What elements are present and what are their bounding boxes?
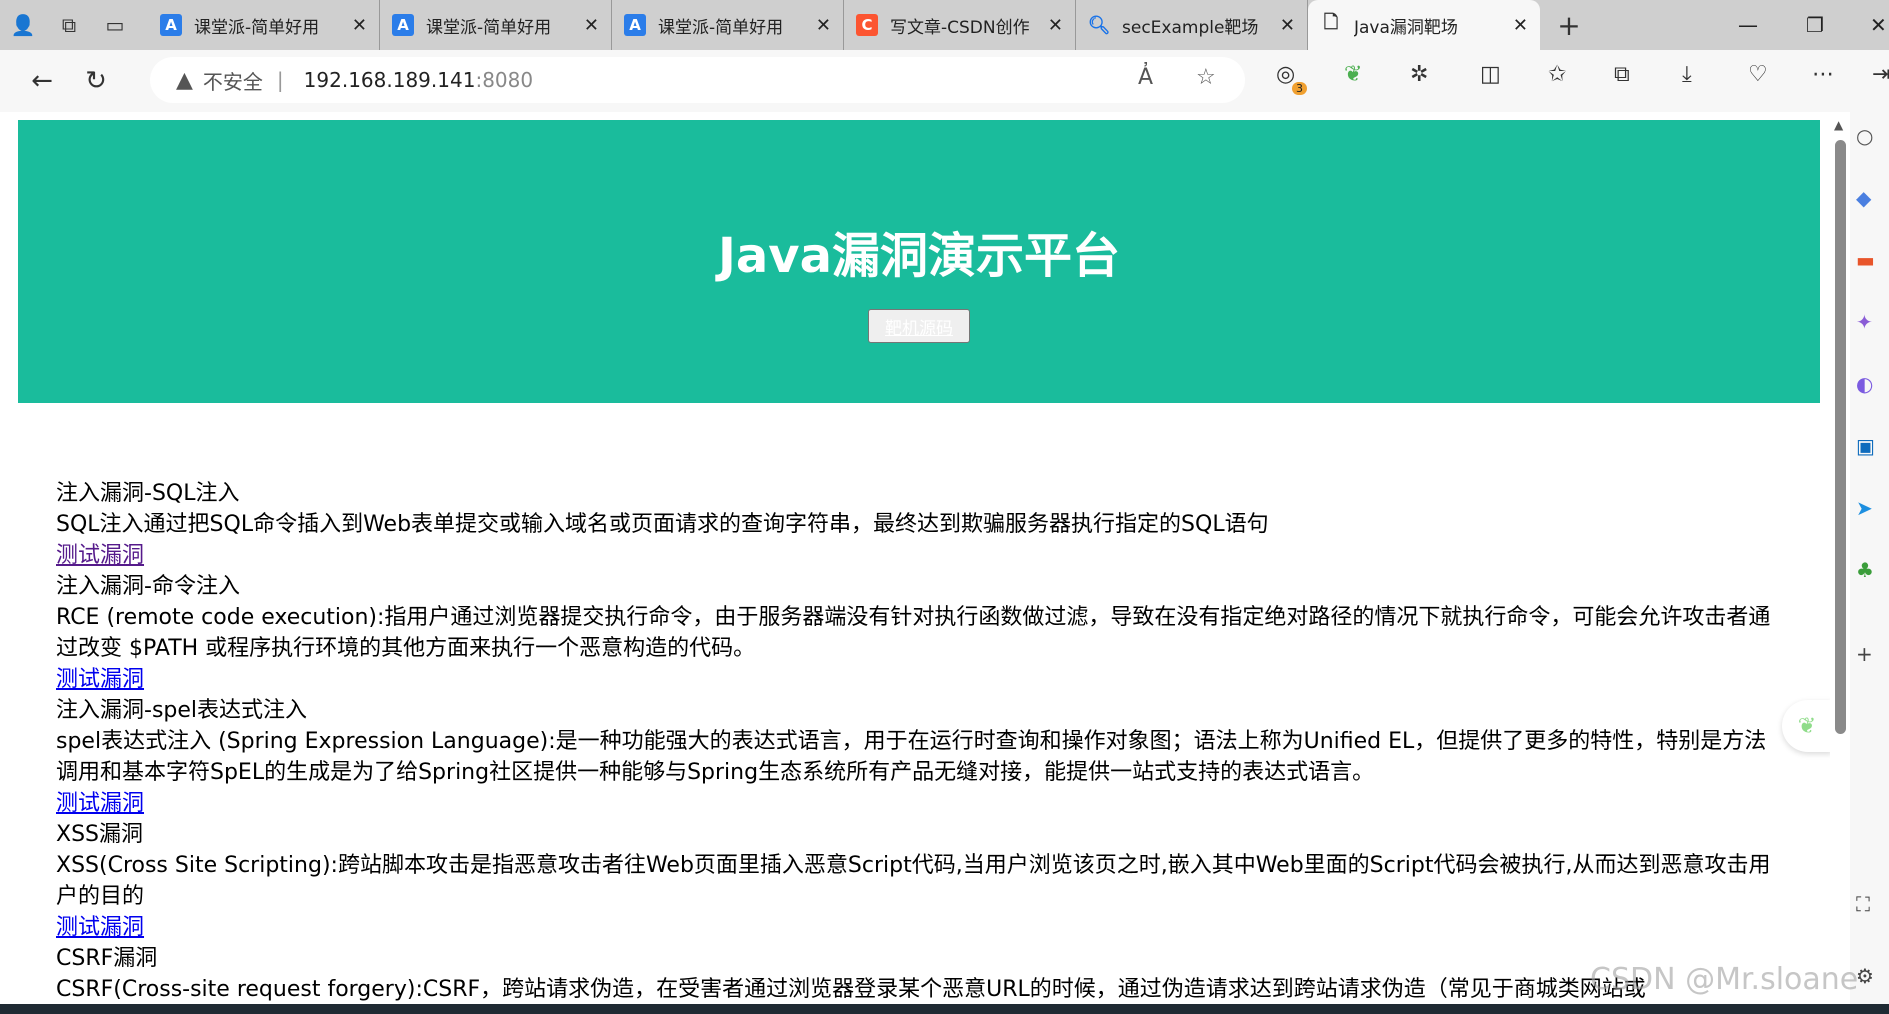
tab-ketangpai-3[interactable]: A 课堂派-简单好用 ✕ (612, 0, 844, 50)
telegram-icon[interactable]: ➤ (1856, 496, 1873, 520)
new-tab-button[interactable]: + (1546, 0, 1592, 50)
section-title: 注入漏洞-SQL注入 (56, 481, 240, 506)
extension-badge: 3 (1292, 82, 1307, 95)
extension-icon[interactable]: ◎ (1276, 62, 1295, 87)
csdn-icon: C (856, 14, 878, 36)
test-vulnerability-link[interactable]: 测试漏洞 (56, 540, 1776, 571)
diamond-icon[interactable]: ◆ (1856, 186, 1871, 210)
header-banner: Java漏洞演示平台 靶机源码 (18, 120, 1820, 403)
security-label[interactable]: 不安全 (203, 66, 263, 95)
close-icon[interactable]: ✕ (1280, 15, 1295, 36)
back-button[interactable]: ← (15, 56, 69, 106)
close-window-button[interactable]: ✕ (1870, 0, 1887, 50)
section-description: XSS(Cross Site Scripting):跨站脚本攻击是指恶意攻击者往… (56, 853, 1771, 909)
settings-icon[interactable]: ⚙ (1856, 964, 1874, 988)
section-description: spel表达式注入 (Spring Expression Language):是… (56, 729, 1767, 785)
page-icon: 🗋 (1323, 12, 1339, 33)
search-icon: 🔍︎ (1087, 14, 1111, 36)
url-port[interactable]: :8080 (475, 68, 533, 92)
warning-icon[interactable]: ▲ (176, 68, 193, 93)
page-title: Java漏洞演示平台 (718, 228, 1120, 284)
tab-title: 写文章-CSDN创作 (890, 17, 1030, 38)
tab-ketangpai-1[interactable]: A 课堂派-简单好用 ✕ (148, 0, 380, 50)
close-icon[interactable]: ✕ (816, 15, 831, 36)
tab-title: 课堂派-简单好用 (194, 17, 320, 38)
divider: | (276, 68, 284, 92)
vulnerability-list: 注入漏洞-SQL注入 SQL注入通过把SQL命令插入到Web表单提交或输入域名或… (56, 478, 1776, 1004)
collections-icon[interactable]: ⧉ (46, 0, 92, 50)
tab-title: 课堂派-简单好用 (658, 17, 784, 38)
address-toolbar: ← ↻ ▲ 不安全 | 192.168.189.141:8080 A҆ ☆ ◎ … (0, 50, 1889, 112)
tab-ketangpai-2[interactable]: A 课堂派-简单好用 ✕ (380, 0, 612, 50)
section-description: CSRF(Cross-site request forgery):CSRF，跨站… (56, 977, 1646, 1002)
games-icon[interactable]: ✦ (1856, 310, 1873, 334)
tab-java-active[interactable]: 🗋 Java漏洞靶场 ✕ (1308, 0, 1540, 50)
tab-actions-icon[interactable]: ▭ (92, 0, 138, 50)
minimize-button[interactable]: — (1738, 0, 1758, 50)
tab-title: secExample靶场 (1122, 17, 1259, 38)
address-bar[interactable]: ▲ 不安全 | 192.168.189.141:8080 A҆ ☆ (150, 57, 1245, 103)
sidebar-toggle-icon[interactable]: ⇥ (1872, 62, 1889, 87)
section-description: SQL注入通过把SQL命令插入到Web表单提交或输入域名或页面请求的查询字符串，… (56, 512, 1269, 537)
tree-icon[interactable]: ♣ (1856, 558, 1874, 582)
section-title: CSRF漏洞 (56, 946, 158, 971)
add-icon[interactable]: + (1856, 642, 1873, 666)
profile-icon[interactable]: 👤 (0, 0, 46, 50)
split-screen-icon[interactable]: ◫ (1480, 62, 1501, 87)
tab-title: Java漏洞靶场 (1354, 17, 1458, 38)
downloads-icon[interactable]: ⤓ (1682, 62, 1692, 87)
search-icon[interactable]: ○ (1856, 124, 1873, 148)
edge-sidebar: ○ ◆ ▬ ✦ ◐ ▣ ➤ ♣ + ⛶ ⚙ (1850, 112, 1889, 1004)
test-vulnerability-link[interactable]: 测试漏洞 (56, 664, 1776, 695)
section-title: 注入漏洞-命令注入 (56, 574, 240, 599)
close-icon[interactable]: ✕ (584, 15, 599, 36)
favorite-star-icon[interactable]: ☆ (1196, 65, 1216, 90)
scroll-up-arrow[interactable]: ▲ (1834, 118, 1843, 132)
test-vulnerability-link[interactable]: 测试漏洞 (56, 788, 1776, 819)
restore-button[interactable]: ❐ (1806, 0, 1824, 50)
tab-title: 课堂派-简单好用 (426, 17, 552, 38)
more-menu-icon[interactable]: ⋯ (1812, 62, 1834, 87)
scrollbar-thumb[interactable] (1835, 140, 1846, 734)
page-viewport: Java漏洞演示平台 靶机源码 注入漏洞-SQL注入 SQL注入通过把SQL命令… (0, 112, 1830, 1004)
collections-icon[interactable]: ⧉ (1614, 62, 1630, 87)
tab-bar: 👤 ⧉ ▭ A 课堂派-简单好用 ✕ A 课堂派-简单好用 ✕ A 课堂派-简单好用 ✕ C… (0, 0, 1889, 50)
tab-csdn[interactable]: C 写文章-CSDN创作 ✕ (844, 0, 1076, 50)
ketangpai-icon: A (160, 14, 182, 36)
test-vulnerability-link[interactable]: 测试漏洞 (56, 912, 1776, 943)
ketangpai-icon: A (392, 14, 414, 36)
leaf-extension-icon[interactable]: ❦ (1344, 62, 1362, 87)
close-icon[interactable]: ✕ (1048, 15, 1063, 36)
taskbar (0, 1004, 1889, 1014)
favorites-icon[interactable]: ✩ (1548, 62, 1566, 87)
section-title: XSS漏洞 (56, 822, 144, 847)
extensions-icon[interactable]: ✲ (1410, 62, 1428, 87)
close-icon[interactable]: ✕ (352, 15, 367, 36)
url-host[interactable]: 192.168.189.141 (304, 68, 476, 92)
section-title: 注入漏洞-spel表达式注入 (56, 698, 308, 723)
read-aloud-icon[interactable]: A҆ (1138, 65, 1153, 90)
tab-secexample[interactable]: 🔍︎ secExample靶场 ✕ (1076, 0, 1308, 50)
watermark: CSDN @Mr.sloane (1590, 962, 1859, 997)
refresh-button[interactable]: ↻ (69, 56, 123, 106)
section-description: RCE (remote code execution):指用户通过浏览器提交执行… (56, 605, 1771, 661)
floating-extension-button[interactable]: ❦ (1782, 700, 1830, 752)
source-code-button[interactable]: 靶机源码 (868, 309, 970, 343)
close-icon[interactable]: ✕ (1513, 15, 1528, 36)
ketangpai-icon: A (624, 14, 646, 36)
outlook-icon[interactable]: ▣ (1856, 434, 1875, 458)
office-icon[interactable]: ◐ (1856, 372, 1873, 396)
vertical-scrollbar[interactable]: ▲ (1830, 112, 1850, 1004)
browser-essentials-icon[interactable]: ♡ (1748, 62, 1768, 87)
tools-icon[interactable]: ▬ (1856, 248, 1875, 272)
screenshot-icon[interactable]: ⛶ (1856, 892, 1870, 916)
